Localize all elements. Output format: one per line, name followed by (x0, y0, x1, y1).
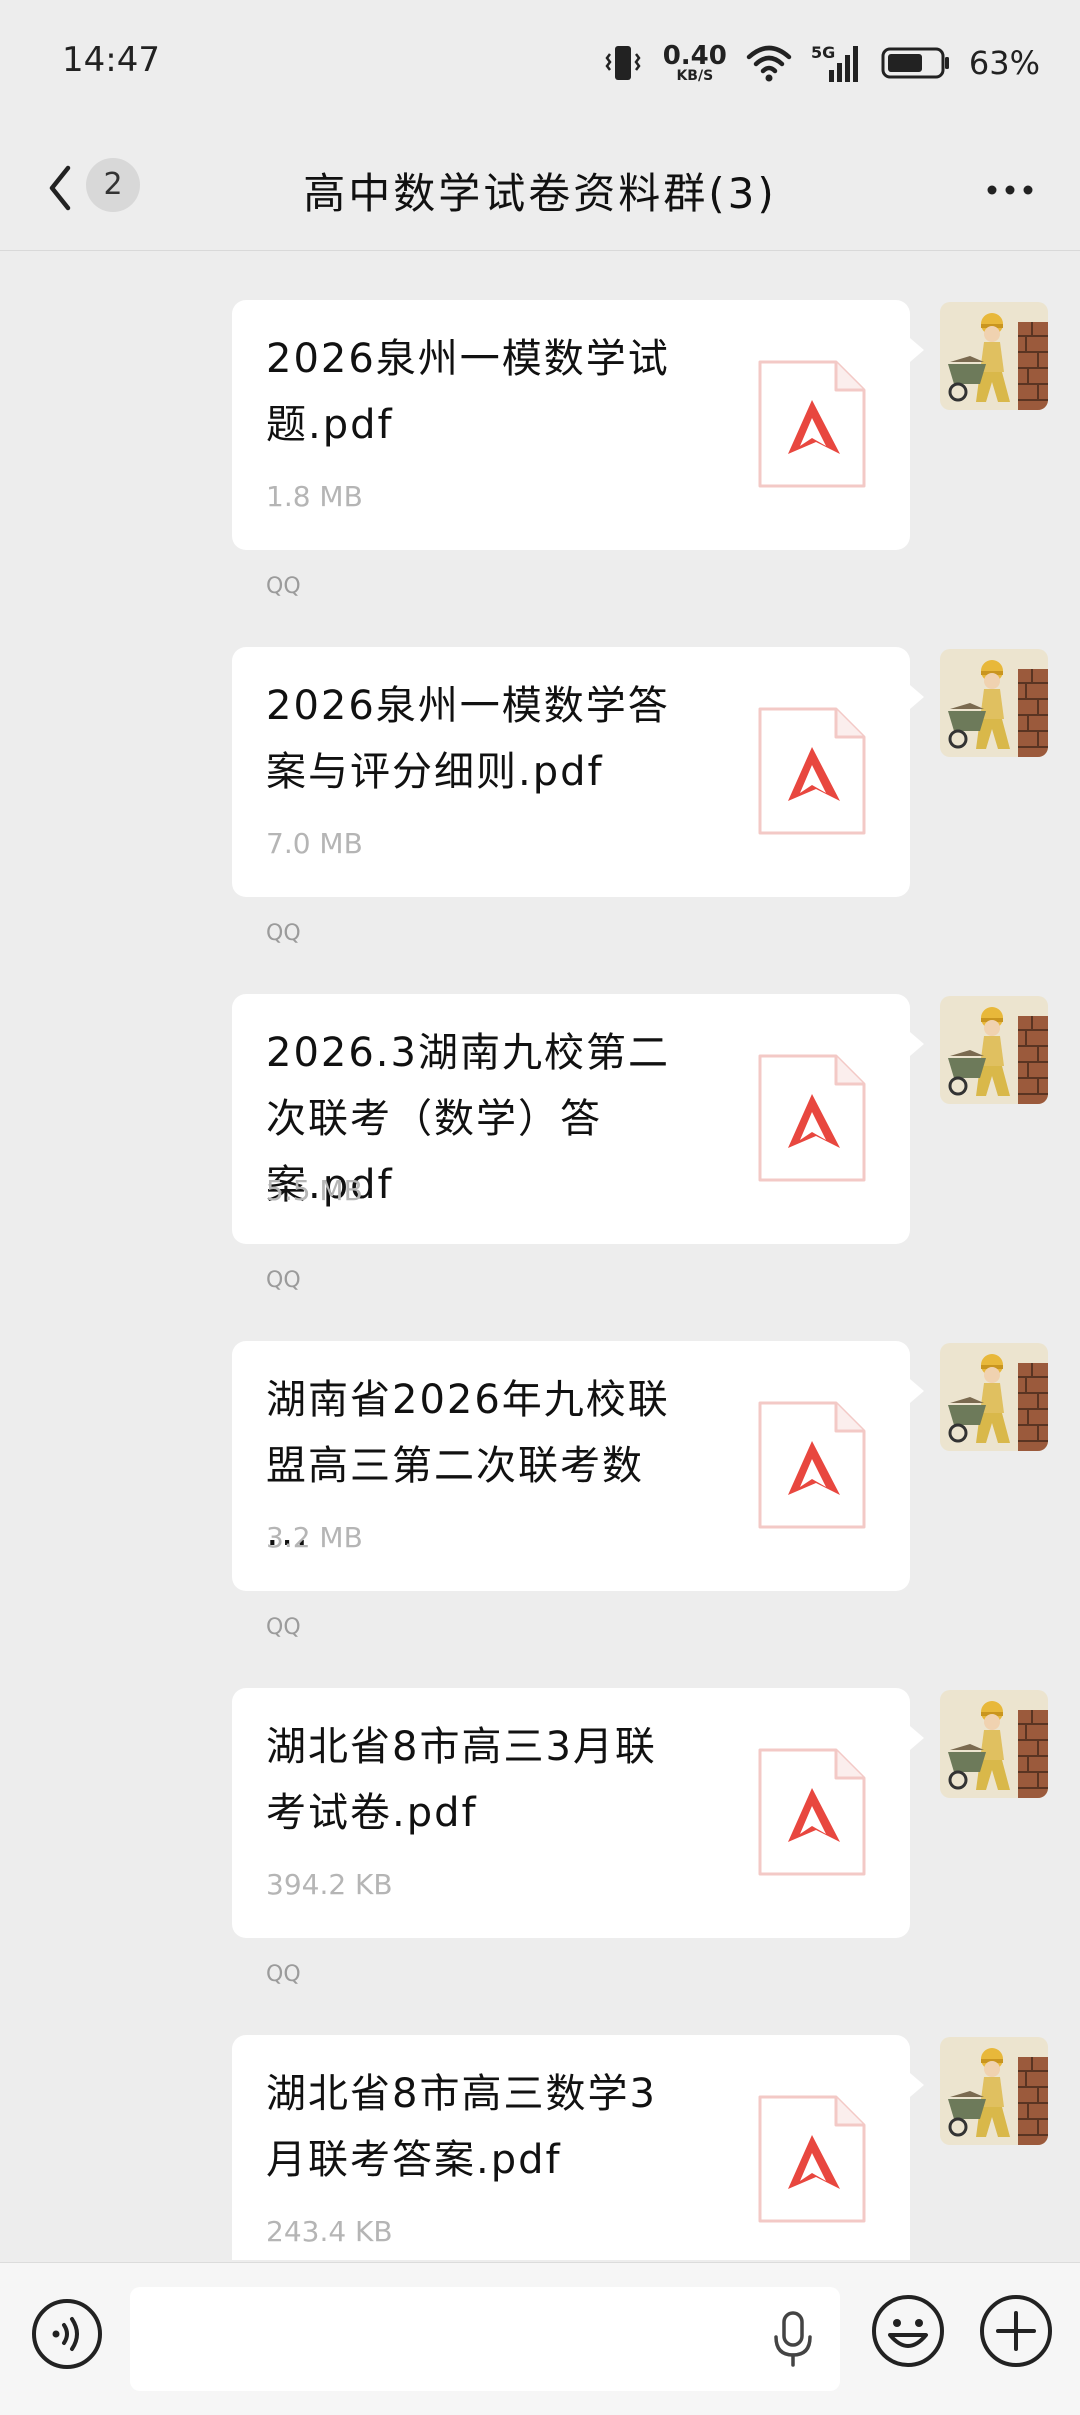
file-size: 3.2 MB (266, 1521, 363, 1554)
file-name: 湖北省8市高三3月联考试卷.pdf (266, 1724, 657, 1836)
avatar[interactable] (940, 1343, 1048, 1451)
more-icon[interactable] (980, 160, 1040, 220)
pdf-icon (758, 2095, 866, 2223)
file-bubble[interactable]: 2026泉州一模数学试题.pdf 1.8 MB (232, 300, 924, 550)
file-name: 湖北省8市高三数学3月联考答案.pdf (266, 2071, 657, 2183)
status-icons: 0.40 KB/S 5G 63% (605, 38, 1040, 88)
file-message-5: 湖北省8市高三3月联考试卷.pdf 394.2 KB QQ (0, 1640, 1080, 1987)
file-size: 1.8 MB (266, 480, 363, 513)
file-message-4: 湖南省2026年九校联盟高三第二次联考数 ... 3.2 MB QQ (0, 1293, 1080, 1640)
file-name: 2026泉州一模数学试题.pdf (266, 336, 670, 448)
status-bar: 14:47 0.40 KB/S 5G 63% (0, 0, 1080, 130)
net-speed-unit: KB/S (676, 68, 714, 84)
pdf-icon (758, 360, 866, 488)
avatar[interactable] (940, 1690, 1048, 1798)
plus-icon[interactable] (978, 2293, 1054, 2369)
pdf-icon (758, 707, 866, 835)
voice-icon[interactable] (30, 2297, 104, 2371)
file-message-3: 2026.3湖南九校第二次联考（数学）答案.pdf 5.5 MB QQ (0, 946, 1080, 1293)
message-source: QQ (266, 921, 301, 946)
net-speed: 0.40 KB/S (663, 43, 727, 83)
battery-percent: 63% (968, 44, 1040, 82)
message-source: QQ (266, 1268, 301, 1293)
file-size: 5.5 MB (266, 1174, 363, 1207)
chat-header: 2 高中数学试卷资料群(3) (0, 130, 1080, 251)
file-size: 243.4 KB (266, 2215, 393, 2248)
avatar[interactable] (940, 2037, 1048, 2145)
file-bubble[interactable]: 湖南省2026年九校联盟高三第二次联考数 ... 3.2 MB (232, 1341, 924, 1591)
vibrate-icon (605, 46, 641, 80)
battery-icon (881, 47, 949, 79)
network-type: 5G (811, 43, 835, 62)
file-bubble[interactable]: 湖北省8市高三数学3月联考答案.pdf 243.4 KB (232, 2035, 924, 2260)
pdf-icon (758, 1054, 866, 1182)
message-input[interactable] (130, 2287, 840, 2391)
message-source: QQ (266, 1615, 301, 1640)
file-size: 7.0 MB (266, 827, 363, 860)
file-name: 2026泉州一模数学答案与评分细则.pdf (266, 683, 670, 795)
mic-icon[interactable] (768, 2309, 818, 2369)
message-source: QQ (266, 1962, 301, 1987)
file-message-6: 湖北省8市高三数学3月联考答案.pdf 243.4 KB (0, 1987, 1080, 2260)
file-size: 394.2 KB (266, 1868, 393, 1901)
input-bar (0, 2262, 1080, 2415)
file-message-1: 2026泉州一模数学试题.pdf 1.8 MB QQ (0, 252, 1080, 599)
file-bubble[interactable]: 2026.3湖南九校第二次联考（数学）答案.pdf 5.5 MB (232, 994, 924, 1244)
file-bubble[interactable]: 2026泉州一模数学答案与评分细则.pdf 7.0 MB (232, 647, 924, 897)
signal-icon: 5G (811, 43, 858, 82)
file-message-2: 2026泉州一模数学答案与评分细则.pdf 7.0 MB QQ (0, 599, 1080, 946)
status-time: 14:47 (62, 40, 160, 80)
message-source: QQ (266, 574, 301, 599)
avatar[interactable] (940, 996, 1048, 1104)
file-bubble[interactable]: 湖北省8市高三3月联考试卷.pdf 394.2 KB (232, 1688, 924, 1938)
avatar[interactable] (940, 649, 1048, 757)
pdf-icon (758, 1401, 866, 1529)
wifi-icon (746, 45, 792, 82)
message-list[interactable]: 2026泉州一模数学试题.pdf 1.8 MB QQ 2026泉州一模数学答案与… (0, 252, 1080, 2260)
chat-title: 高中数学试卷资料群(3) (303, 169, 777, 218)
pdf-icon (758, 1748, 866, 1876)
net-speed-value: 0.40 (662, 41, 727, 71)
avatar[interactable] (940, 302, 1048, 410)
emoji-icon[interactable] (870, 2293, 946, 2369)
